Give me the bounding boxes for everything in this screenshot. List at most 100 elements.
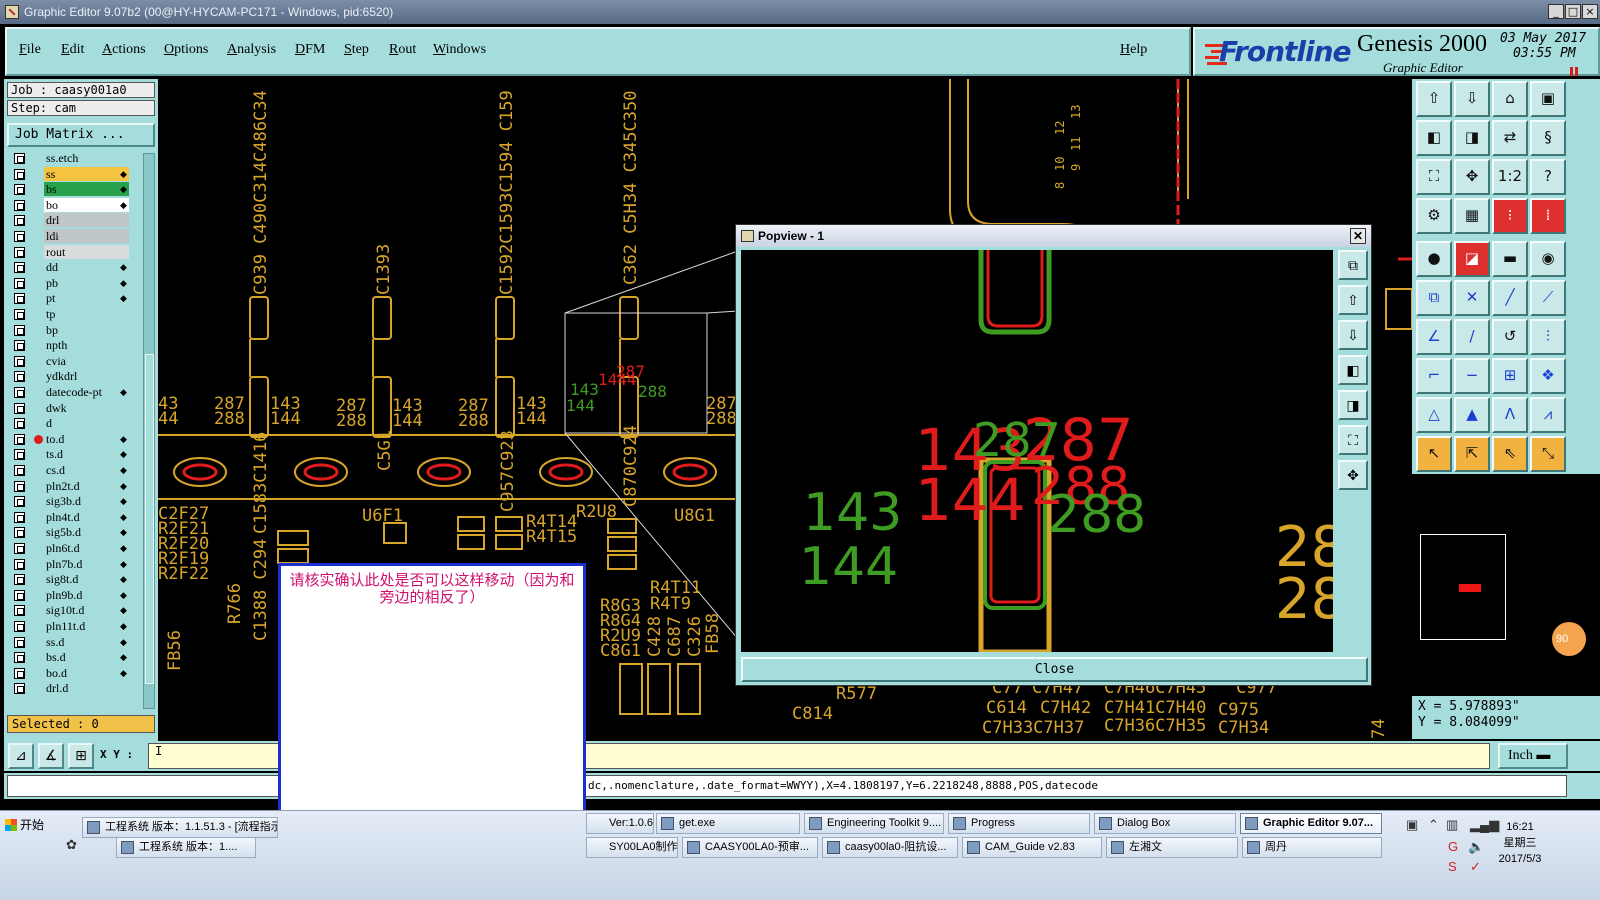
layer-checkbox[interactable] xyxy=(14,293,25,305)
minimize-button[interactable]: _ xyxy=(1548,4,1564,19)
task-cam-guide[interactable]: CAM_Guide v2.83 xyxy=(962,837,1102,858)
popview-left-icon[interactable]: ◧ xyxy=(1338,355,1368,385)
layer-name[interactable]: dwk xyxy=(44,400,129,415)
layer-row[interactable]: d xyxy=(8,416,143,431)
layer-row[interactable]: sig5b.d ◆ xyxy=(8,525,143,540)
task-version[interactable]: Ver:1.0.6) xyxy=(586,813,654,834)
layer-name[interactable]: rout xyxy=(44,244,129,259)
tool-net-icon[interactable]: ⁝ xyxy=(1492,198,1528,234)
popview-zoom-in-icon[interactable]: ⧉ xyxy=(1338,250,1368,280)
tool-tri1-icon[interactable]: △ xyxy=(1416,397,1452,433)
layer-checkbox[interactable] xyxy=(14,636,25,648)
tray-monitor-icon[interactable]: ▣ xyxy=(1406,817,1418,833)
layer-name[interactable]: pln7b.d xyxy=(44,556,129,571)
layer-checkbox[interactable] xyxy=(14,652,25,664)
layer-name[interactable]: ts.d xyxy=(44,447,129,462)
layer-row[interactable]: ldi xyxy=(8,229,143,244)
layer-row[interactable]: ydkdrl xyxy=(8,369,143,384)
tool-snap-icon[interactable]: ⊿ xyxy=(8,743,34,769)
floating-ball-icon[interactable]: 90 xyxy=(1552,622,1586,656)
tool-select-icon[interactable]: ↖ xyxy=(1416,436,1452,472)
layer-name[interactable]: drl.d xyxy=(44,681,129,696)
layer-row[interactable]: rout xyxy=(8,244,143,260)
layer-name[interactable]: ydkdrl xyxy=(44,369,129,384)
popview-fit-icon[interactable]: ⛶ xyxy=(1338,425,1368,455)
layer-name[interactable]: sig3b.d xyxy=(44,494,129,509)
task-graphic-editor[interactable]: Graphic Editor 9.07... xyxy=(1240,813,1382,834)
start-button[interactable]: 开始 xyxy=(2,814,56,836)
system-clock[interactable]: 16:21 星期三 2017/5/3 xyxy=(1492,819,1548,867)
layer-checkbox[interactable] xyxy=(14,667,25,679)
tool-mirror-icon[interactable]: ⇄ xyxy=(1492,120,1528,156)
tool-layer-down-icon[interactable]: ⇩ xyxy=(1454,81,1490,117)
layer-name[interactable]: pln11t.d xyxy=(44,619,129,633)
tray-network-icon[interactable]: ▥ xyxy=(1446,817,1458,833)
tool-select3-icon[interactable]: ⇖ xyxy=(1492,436,1528,472)
tool-ruler-icon[interactable]: ▬ xyxy=(1492,241,1528,277)
layer-name[interactable]: sig8t.d xyxy=(44,572,129,587)
pause-icon[interactable] xyxy=(1570,67,1579,76)
tool-pan-right-icon[interactable]: ◨ xyxy=(1454,120,1490,156)
tool-arc-icon[interactable]: ↺ xyxy=(1492,319,1528,355)
layer-name[interactable]: ss xyxy=(44,166,129,181)
tray-s-icon[interactable]: S xyxy=(1448,859,1457,874)
menu-options[interactable]: Options xyxy=(164,42,208,58)
layer-checkbox[interactable] xyxy=(14,433,25,445)
layer-checkbox[interactable] xyxy=(14,527,25,539)
tool-cross-icon[interactable]: ✕ xyxy=(1454,280,1490,316)
layer-row[interactable]: sig8t.d ◆ xyxy=(8,572,143,587)
tool-zoom-fit-icon[interactable]: ⛶ xyxy=(1416,159,1452,195)
menu-file[interactable]: File xyxy=(19,42,41,58)
layer-checkbox[interactable] xyxy=(14,402,25,414)
layer-row[interactable]: cs.d ◆ xyxy=(8,463,143,478)
layer-checkbox[interactable] xyxy=(14,324,25,336)
tool-route-icon[interactable]: ◪ xyxy=(1454,241,1490,277)
tool-angle-icon[interactable]: ∡ xyxy=(38,743,64,769)
popview-right-icon[interactable]: ◨ xyxy=(1338,390,1368,420)
popview-close-icon[interactable]: ✕ xyxy=(1350,228,1366,244)
layer-row[interactable]: pln4t.d ◆ xyxy=(8,509,143,525)
layer-checkbox[interactable] xyxy=(14,387,25,398)
job-matrix-button[interactable]: Job Matrix ... xyxy=(7,123,155,147)
layer-name[interactable]: bo xyxy=(44,197,129,212)
layer-checkbox[interactable] xyxy=(14,480,25,492)
tool-measure-icon[interactable]: ⚙ xyxy=(1416,198,1452,234)
tool-zoom-center-icon[interactable]: ✥ xyxy=(1454,159,1490,195)
task-eng-system[interactable]: 工程系统 版本：1.1.51.3 - [流程指示 xyxy=(82,817,278,838)
layer-row[interactable]: pln6t.d ◆ xyxy=(8,541,143,556)
layer-row[interactable]: to.d ◆ xyxy=(8,431,143,447)
overview-map[interactable]: 90 xyxy=(1412,476,1600,694)
layer-row[interactable]: sig3b.d ◆ xyxy=(8,494,143,509)
layer-checkbox[interactable] xyxy=(14,340,25,352)
layer-name[interactable]: dd xyxy=(44,260,129,275)
task-pre-review[interactable]: CAASY00LA0-预审... xyxy=(682,837,818,858)
layer-row[interactable]: pln2t.d ◆ xyxy=(8,478,143,494)
tool-tri2-icon[interactable]: ▲ xyxy=(1454,397,1490,433)
layer-row[interactable]: drl.d xyxy=(8,681,143,696)
layer-checkbox[interactable] xyxy=(14,262,25,274)
layer-list-scrollbar[interactable] xyxy=(143,153,155,709)
layer-row[interactable]: pb ◆ xyxy=(8,275,143,291)
maximize-button[interactable]: □ xyxy=(1565,4,1581,19)
tool-line2-icon[interactable]: ⟋ xyxy=(1530,280,1566,316)
layer-name[interactable]: pln2t.d xyxy=(44,478,129,493)
task-progress[interactable]: Progress xyxy=(948,813,1090,834)
layer-checkbox[interactable] xyxy=(14,246,25,258)
popview-up-icon[interactable]: ⇧ xyxy=(1338,285,1368,315)
task-dialog-box[interactable]: Dialog Box xyxy=(1094,813,1236,834)
tool-connect-icon[interactable]: ⧉ xyxy=(1416,280,1452,316)
tool-tri4-icon[interactable]: ⩘ xyxy=(1530,397,1566,433)
task-production-sheet[interactable]: SY00LA0制作单.... xyxy=(586,837,678,858)
tool-line-icon[interactable]: ╱ xyxy=(1492,280,1528,316)
layer-name[interactable]: bo.d xyxy=(44,665,129,680)
tool-snap-icon[interactable]: § xyxy=(1530,120,1566,156)
layer-checkbox[interactable] xyxy=(14,465,25,476)
layer-checkbox[interactable] xyxy=(14,449,25,461)
layer-row[interactable]: tp xyxy=(8,307,143,322)
tool-grid-icon[interactable]: ⊞ xyxy=(68,743,94,769)
close-window-button[interactable]: × xyxy=(1582,4,1598,19)
tool-tri3-icon[interactable]: Ʌ xyxy=(1492,397,1528,433)
layer-checkbox[interactable] xyxy=(14,215,25,227)
menu-step[interactable]: Step xyxy=(344,42,369,58)
layer-row[interactable]: sig10t.d ◆ xyxy=(8,603,143,618)
